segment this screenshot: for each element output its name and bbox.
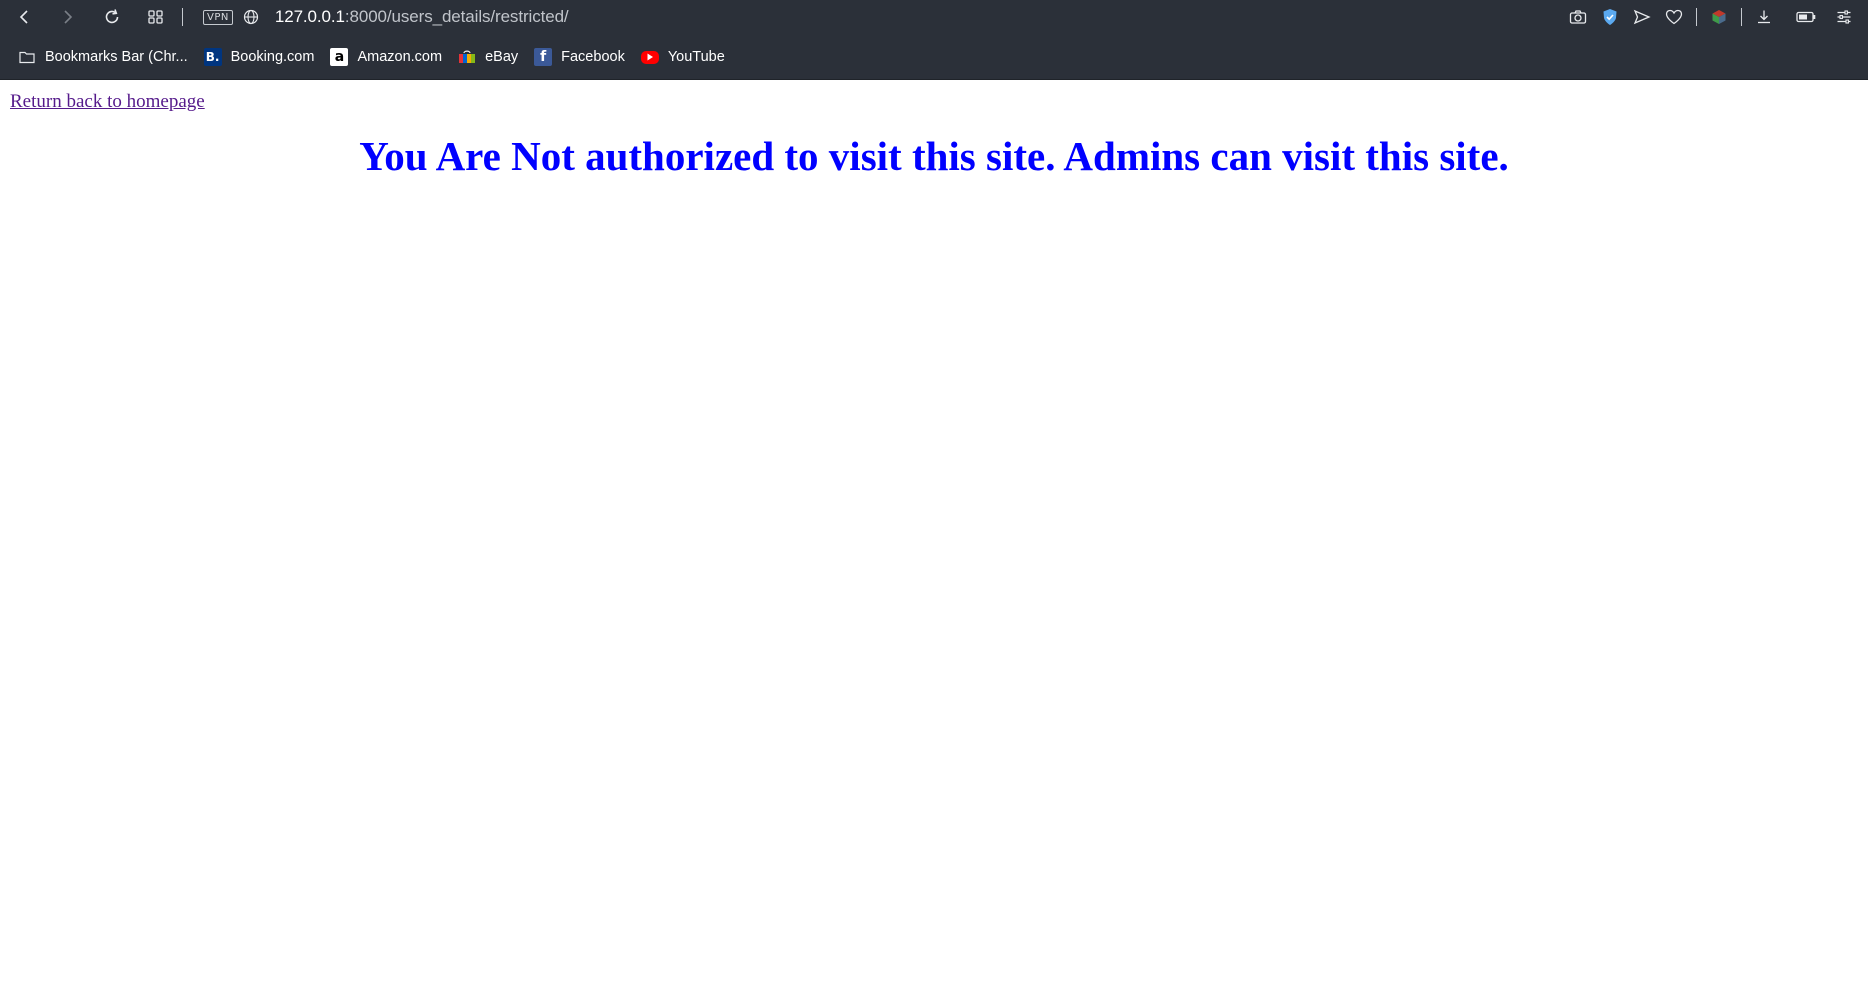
heart-button[interactable] (1662, 5, 1686, 29)
url-host: 127.0.0.1 (274, 7, 345, 26)
back-arrow-icon (19, 10, 28, 24)
bookmark-label: Booking.com (230, 49, 315, 65)
forward-button[interactable] (54, 3, 82, 31)
youtube-icon (640, 50, 659, 64)
settings-sliders-icon (1837, 10, 1851, 24)
shield-button[interactable] (1598, 5, 1622, 29)
reload-button[interactable] (98, 3, 126, 31)
back-button[interactable] (10, 3, 38, 31)
bookmark-youtube[interactable]: YouTube (640, 43, 725, 71)
camera-icon (1569, 10, 1587, 24)
bookmark-label: YouTube (667, 49, 725, 65)
bookmark-label: Facebook (561, 49, 625, 65)
return-home-link[interactable]: Return back to homepage (10, 91, 205, 113)
amazon-icon: a (330, 48, 349, 66)
vpn-badge[interactable]: VPN (203, 9, 233, 25)
cube-icon (1712, 10, 1726, 24)
facebook-icon: f (534, 48, 553, 66)
send-icon (1633, 9, 1651, 25)
globe-icon[interactable] (243, 9, 259, 25)
heart-icon (1665, 9, 1683, 25)
bookmark-amazon[interactable]: a Amazon.com (330, 43, 442, 71)
download-icon (1758, 10, 1770, 24)
bookmark-label: Bookmarks Bar (Chr... (45, 49, 188, 65)
toolbar-right-icons (1558, 0, 1856, 34)
url-path: :8000/users_details/restricted/ (344, 7, 569, 26)
extension-button[interactable] (1707, 5, 1731, 29)
battery-saver-button[interactable] (1794, 5, 1818, 29)
toolbar-divider (1696, 8, 1697, 26)
bookmarks-bar: Bookmarks Bar (Chr... B. Booking.com a A… (0, 34, 1868, 80)
bookmark-ebay[interactable]: eBay (458, 43, 518, 71)
booking-icon: B. (203, 48, 222, 66)
page-title: You Are Not authorized to visit this sit… (359, 133, 1509, 179)
bookmark-label: Amazon.com (357, 49, 443, 65)
toolbar-divider (182, 8, 183, 26)
tab-grid-button[interactable] (142, 3, 170, 31)
reload-icon (105, 9, 119, 24)
bookmark-booking[interactable]: B. Booking.com (203, 43, 315, 71)
downloads-button[interactable] (1752, 5, 1776, 29)
bookmark-label: eBay (485, 49, 519, 65)
forward-arrow-icon (64, 10, 73, 24)
easy-setup-button[interactable] (1832, 5, 1856, 29)
snapshot-button[interactable] (1566, 5, 1590, 29)
bookmark-facebook[interactable]: f Facebook (534, 43, 625, 71)
battery-icon (1796, 11, 1816, 23)
browser-chrome: VPN 127.0.0.1:8000/users_details/restric… (0, 0, 1868, 80)
address-bar[interactable]: 127.0.0.1:8000/users_details/restricted/ (275, 3, 569, 31)
bookmark-folder[interactable]: Bookmarks Bar (Chr... (18, 43, 188, 71)
shield-icon (1603, 9, 1617, 25)
grid-icon (148, 10, 163, 24)
ebay-icon (458, 48, 476, 66)
toolbar-divider (1741, 8, 1742, 26)
send-button[interactable] (1630, 5, 1654, 29)
browser-toolbar: VPN 127.0.0.1:8000/users_details/restric… (0, 0, 1868, 34)
folder-icon (18, 48, 36, 66)
